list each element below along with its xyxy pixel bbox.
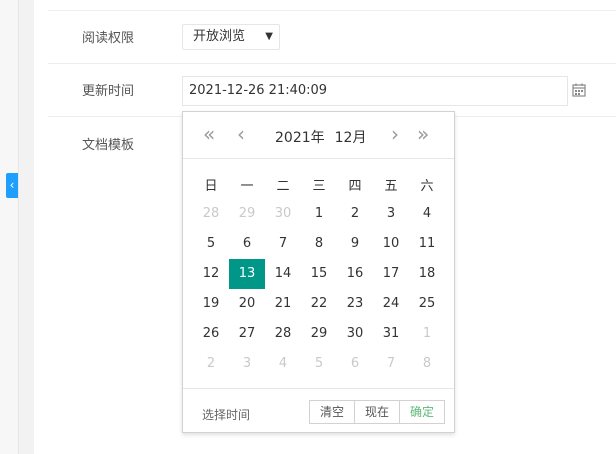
day-cell[interactable]: 6: [229, 229, 265, 259]
chevron-left-icon[interactable]: ‹: [237, 124, 245, 144]
day-cell[interactable]: 8: [301, 229, 337, 259]
doc-template-label: 文档模板: [82, 138, 135, 153]
day-cell[interactable]: 11: [409, 229, 445, 259]
double-chevron-left-icon[interactable]: «: [203, 124, 215, 144]
clear-button[interactable]: 清空: [309, 400, 355, 424]
day-cell[interactable]: 18: [409, 259, 445, 289]
day-cell[interactable]: 7: [373, 349, 409, 379]
week-row: 28 29 30 1 2 3 4: [193, 199, 445, 229]
day-cell[interactable]: 2: [337, 199, 373, 229]
sidebar-toggle-button[interactable]: ‹: [6, 173, 18, 198]
select-time-link[interactable]: 选择时间: [202, 406, 250, 423]
month-label[interactable]: 12月: [335, 130, 367, 146]
week-row: 26 27 28 29 30 31 1: [193, 319, 445, 349]
weekday-label: 日: [204, 179, 218, 194]
week-row: 19 20 21 22 23 24 25: [193, 289, 445, 319]
day-cell[interactable]: 17: [373, 259, 409, 289]
left-sidebar-strip: [0, 0, 18, 454]
double-chevron-right-icon[interactable]: »: [417, 124, 429, 144]
read-permission-label: 阅读权限: [82, 31, 135, 46]
week-row: 2 3 4 5 6 7 8: [193, 349, 445, 379]
read-permission-select[interactable]: 开放浏览 ▼: [182, 24, 280, 50]
day-cell[interactable]: 20: [229, 289, 265, 319]
day-cell[interactable]: 30: [265, 199, 301, 229]
day-cell[interactable]: 6: [337, 349, 373, 379]
day-cell[interactable]: 10: [373, 229, 409, 259]
divider: [48, 10, 616, 11]
day-cell[interactable]: 30: [337, 319, 373, 349]
day-cell[interactable]: 3: [229, 349, 265, 379]
update-time-label: 更新时间: [82, 84, 135, 99]
day-cell[interactable]: 8: [409, 349, 445, 379]
year-label[interactable]: 2021年: [275, 130, 325, 146]
date-picker-footer: 选择时间 清空 现在 确定: [183, 388, 454, 433]
sidebar-divider: [18, 0, 19, 454]
day-cell[interactable]: 7: [265, 229, 301, 259]
weekday-label: 四: [348, 179, 362, 194]
select-value: 开放浏览: [193, 29, 246, 44]
day-grid: 28 29 30 1 2 3 4 5 6 7 8 9 10 11 12 13 1…: [193, 199, 445, 379]
calendar-icon[interactable]: [572, 83, 586, 97]
date-picker-header: « ‹ 2021年 12月 › »: [183, 112, 454, 159]
day-cell[interactable]: 3: [373, 199, 409, 229]
weekday-label: 六: [420, 179, 434, 194]
day-cell[interactable]: 25: [409, 289, 445, 319]
update-time-input[interactable]: 2021-12-26 21:40:09: [182, 76, 568, 106]
chevron-right-icon[interactable]: ›: [391, 124, 399, 144]
day-cell[interactable]: 4: [265, 349, 301, 379]
day-cell[interactable]: 15: [301, 259, 337, 289]
divider: [48, 63, 616, 64]
day-cell[interactable]: 5: [193, 229, 229, 259]
day-cell[interactable]: 14: [265, 259, 301, 289]
day-cell[interactable]: 21: [265, 289, 301, 319]
day-cell[interactable]: 28: [193, 199, 229, 229]
day-cell[interactable]: 12: [193, 259, 229, 289]
day-cell[interactable]: 1: [409, 319, 445, 349]
now-button[interactable]: 现在: [354, 400, 400, 424]
weekday-label: 五: [384, 179, 398, 194]
confirm-button[interactable]: 确定: [399, 400, 445, 424]
weekday-label: 三: [312, 179, 326, 194]
day-cell[interactable]: 23: [337, 289, 373, 319]
week-row: 12 13 14 15 16 17 18: [193, 259, 445, 289]
weekday-label: 一: [240, 179, 254, 194]
day-cell[interactable]: 24: [373, 289, 409, 319]
day-cell-selected[interactable]: 13: [229, 259, 265, 289]
date-picker-title: 2021年 12月: [275, 127, 376, 147]
day-cell[interactable]: 29: [301, 319, 337, 349]
weekday-header: 日 一 二 三 四 五 六: [193, 175, 445, 194]
week-row: 5 6 7 8 9 10 11: [193, 229, 445, 259]
day-cell[interactable]: 19: [193, 289, 229, 319]
weekday-label: 二: [276, 179, 290, 194]
caret-down-icon: ▼: [265, 31, 273, 42]
day-cell[interactable]: 26: [193, 319, 229, 349]
day-cell[interactable]: 16: [337, 259, 373, 289]
day-cell[interactable]: 31: [373, 319, 409, 349]
day-cell[interactable]: 1: [301, 199, 337, 229]
chevron-left-icon: ‹: [9, 178, 15, 192]
day-cell[interactable]: 4: [409, 199, 445, 229]
day-cell[interactable]: 2: [193, 349, 229, 379]
day-cell[interactable]: 22: [301, 289, 337, 319]
day-cell[interactable]: 9: [337, 229, 373, 259]
day-cell[interactable]: 29: [229, 199, 265, 229]
day-cell[interactable]: 27: [229, 319, 265, 349]
day-cell[interactable]: 28: [265, 319, 301, 349]
day-cell[interactable]: 5: [301, 349, 337, 379]
date-picker-popup: « ‹ 2021年 12月 › » 日 一 二 三 四 五 六 28 29 30 …: [182, 111, 455, 433]
